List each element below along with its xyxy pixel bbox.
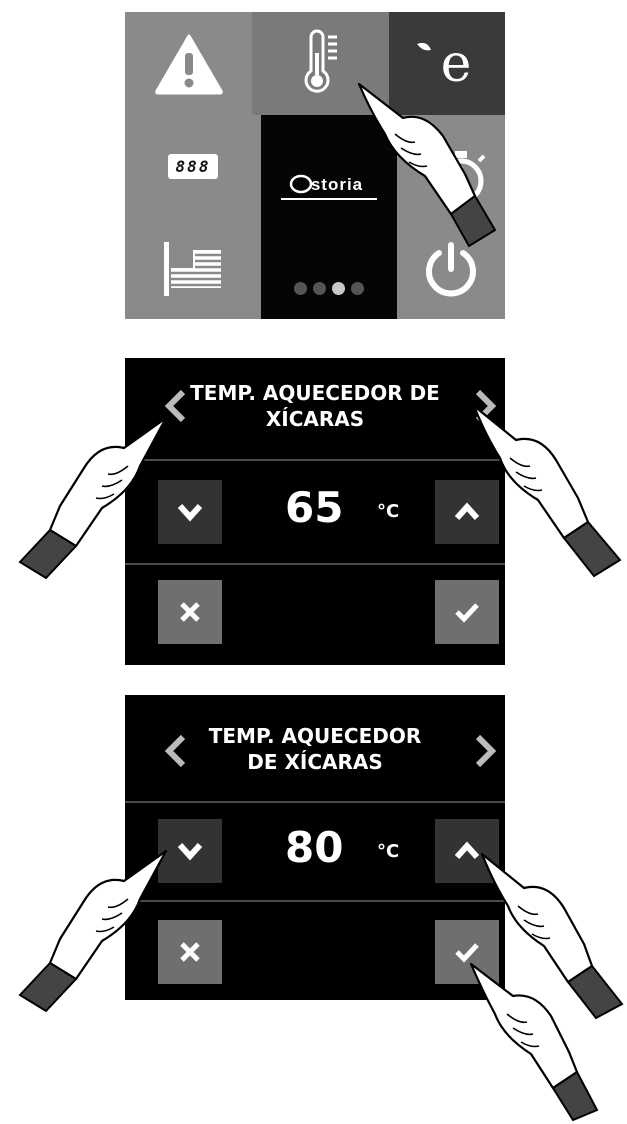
page-indicator [261, 282, 397, 295]
cancel-button[interactable] [158, 580, 222, 644]
flag-icon [164, 241, 221, 296]
page-dot-active [332, 282, 345, 295]
digits-display-icon: 888 [167, 154, 219, 179]
alarm-tile[interactable] [125, 12, 252, 115]
temperature-value: 65 [285, 483, 344, 532]
temperature-unit: °C [377, 841, 400, 862]
previous-arrow-icon[interactable] [161, 731, 191, 771]
chevron-down-icon [177, 842, 203, 861]
page-dot [294, 282, 307, 295]
page-dot [351, 282, 364, 295]
setting-title: TEMP. AQUECEDOR DE XÍCARAS [195, 723, 435, 775]
separator [125, 801, 505, 803]
close-icon [180, 602, 200, 622]
chevron-down-icon [177, 503, 203, 522]
check-icon [455, 603, 479, 623]
separator [125, 563, 505, 565]
setting-title-line-1: TEMP. AQUECEDOR [208, 724, 422, 748]
pointing-hand-icon [357, 82, 497, 248]
confirm-button[interactable] [435, 580, 499, 644]
cup-warmer-settings-screen-1: TEMP. AQUECEDOR DE XÍCARAS 65 °C [125, 358, 505, 665]
setting-title-line-2: DE XÍCARAS [247, 750, 383, 774]
setting-title: TEMP. AQUECEDOR DE XÍCARAS [190, 381, 440, 431]
leaf-icon [417, 42, 431, 51]
brand-o-icon [289, 174, 313, 194]
display-settings-tile[interactable]: 888 [125, 115, 261, 218]
pointing-hand-icon [472, 404, 622, 578]
pointing-hand-icon [469, 962, 599, 1122]
language-tile[interactable] [125, 218, 261, 319]
pointing-hand-icon [18, 849, 168, 1013]
close-icon [180, 942, 200, 962]
cup-warmer-settings-screen-2: TEMP. AQUECEDOR DE XÍCARAS 80 °C [125, 695, 505, 1000]
temperature-unit: °C [377, 501, 400, 522]
separator [125, 459, 505, 461]
pointing-hand-icon [18, 416, 168, 580]
page-dot [313, 282, 326, 295]
chevron-up-icon [454, 841, 480, 860]
thermometer-icon [304, 29, 337, 93]
temperature-value: 80 [285, 823, 344, 872]
warning-icon [154, 34, 223, 94]
separator [125, 900, 505, 902]
next-arrow-icon[interactable] [470, 731, 500, 771]
